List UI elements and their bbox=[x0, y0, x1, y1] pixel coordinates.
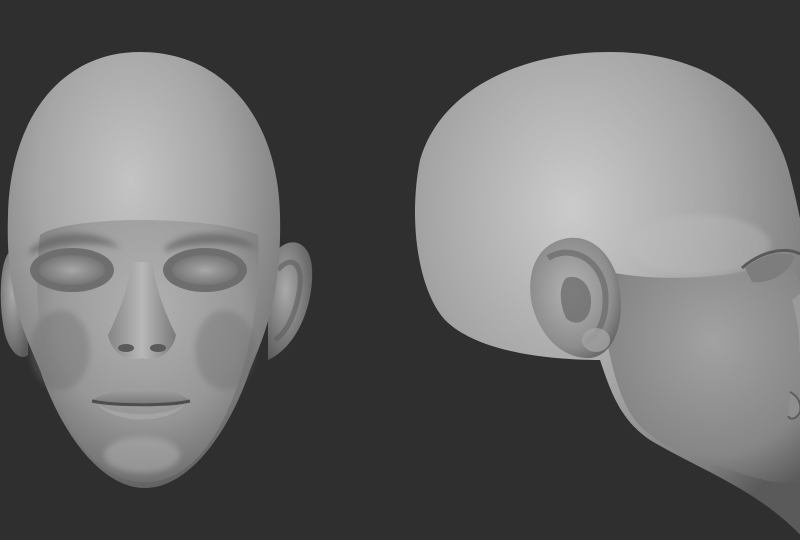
sculpt-viewport[interactable] bbox=[0, 0, 800, 540]
left-eyeball bbox=[39, 255, 105, 285]
cheek-shadow-right bbox=[195, 310, 255, 390]
chin bbox=[104, 437, 180, 473]
front-view-head bbox=[0, 52, 313, 488]
side-ear-lobe bbox=[582, 328, 610, 352]
right-eyeball bbox=[172, 255, 238, 285]
render-canvas bbox=[0, 52, 800, 535]
side-jaw bbox=[600, 264, 800, 484]
nostril-right bbox=[150, 344, 166, 352]
cheek-shadow-left bbox=[30, 310, 90, 390]
nostril-left bbox=[118, 344, 134, 352]
side-view-head bbox=[414, 52, 800, 535]
